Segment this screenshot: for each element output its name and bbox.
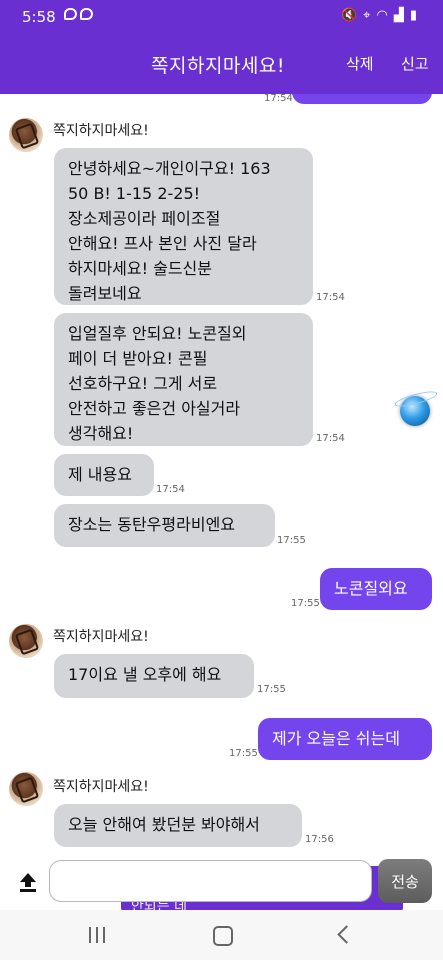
chat-notification-icon (64, 8, 77, 20)
battery-icon: ▮ (409, 8, 417, 23)
notification-icons (64, 8, 93, 20)
incoming-message[interactable]: 안녕하세요~개인이구요! 163 50 B! 1-15 2-25! 장소제공이라… (54, 148, 313, 305)
delete-button[interactable]: 삭제 (346, 53, 374, 74)
location-icon: ⌖ (363, 8, 371, 23)
outgoing-message[interactable]: 제가 오늘은 쉬는데 (258, 718, 432, 760)
outgoing-message[interactable]: 노콘질외요 (320, 568, 432, 610)
report-button[interactable]: 신고 (401, 53, 429, 74)
chat-message-list[interactable]: 17:54 쪽지하지마세요! 안녕하세요~개인이구요! 163 50 B! 1-… (0, 94, 443, 854)
message-timestamp: 17:55 (257, 684, 286, 695)
incoming-message[interactable]: 제 내용요 (54, 454, 154, 496)
outgoing-bubble-partial (292, 94, 432, 104)
status-bar: 5:58 🔇 ⌖ ◠ ▟ ▮ (0, 0, 443, 34)
message-timestamp: 17:54 (156, 484, 185, 495)
floating-widget-icon[interactable] (400, 396, 430, 426)
sender-avatar[interactable] (9, 772, 43, 806)
message-timestamp: 17:55 (291, 598, 320, 609)
incoming-message[interactable]: 17이요 낼 오후에 해요 (54, 654, 254, 698)
back-icon[interactable] (337, 925, 356, 944)
message-timestamp: 17:55 (277, 535, 306, 546)
system-icons: 🔇 ⌖ ◠ ▟ ▮ (341, 9, 417, 23)
message-timestamp: 17:54 (264, 94, 293, 104)
status-time: 5:58 (22, 8, 56, 26)
sender-avatar[interactable] (9, 624, 43, 658)
message-timestamp: 17:54 (316, 433, 345, 444)
wifi-icon: ◠ (376, 8, 388, 23)
recent-apps-icon[interactable] (89, 927, 107, 943)
incoming-message[interactable]: 오늘 안해여 봤던분 봐야해서 (54, 804, 302, 847)
incoming-message[interactable]: 장소는 동탄우평라비엔요 (54, 504, 275, 547)
incoming-message[interactable]: 입얼질후 안되요! 노콘질외 페이 더 받아요! 콘필 선호하구요! 그게 서로… (54, 313, 313, 446)
message-input[interactable] (49, 860, 372, 902)
sender-name: 쪽지하지마세요! (53, 123, 149, 139)
page-title: 쪽지하지마세요! (151, 55, 285, 77)
sender-name: 쪽지하지마세요! (53, 779, 149, 795)
sender-avatar[interactable] (9, 118, 43, 152)
system-nav-bar (0, 910, 443, 960)
upload-icon[interactable] (18, 871, 38, 893)
home-icon[interactable] (213, 926, 233, 946)
send-button[interactable]: 전송 (378, 859, 432, 903)
app-bar: 쪽지하지마세요! 삭제 신고 (0, 34, 443, 94)
sender-name: 쪽지하지마세요! (53, 629, 149, 645)
message-timestamp: 17:56 (305, 834, 334, 845)
message-timestamp: 17:55 (229, 748, 258, 759)
chat-notification-icon (80, 8, 93, 20)
message-timestamp: 17:54 (316, 292, 345, 303)
mute-icon: 🔇 (340, 8, 358, 23)
signal-icon: ▟ (393, 8, 404, 23)
